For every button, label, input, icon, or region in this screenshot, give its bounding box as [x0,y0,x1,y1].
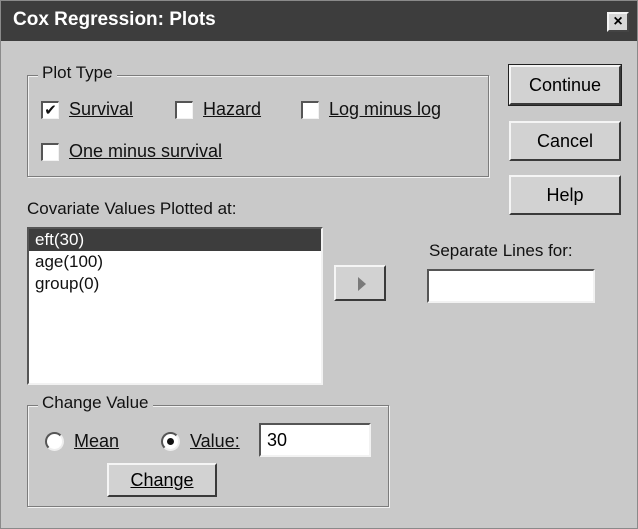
list-item[interactable]: age(100) [29,251,321,273]
change-value-label: Change Value [38,393,153,413]
close-button[interactable]: × [607,12,629,32]
mean-radio[interactable]: Mean [45,431,119,452]
continue-button[interactable]: Continue [508,64,622,106]
title-bar[interactable]: Cox Regression: Plots × [1,1,637,41]
move-to-separate-lines-button[interactable] [334,265,386,301]
covariate-values-list[interactable]: eft(30) age(100) group(0) [27,227,323,385]
one-minus-survival-checkbox-box[interactable] [41,142,59,161]
change-button[interactable]: Change [107,463,217,497]
help-button[interactable]: Help [509,175,621,215]
log-minus-log-label: Log minus log [329,99,442,119]
log-minus-log-checkbox[interactable]: Log minus log [301,99,441,120]
hazard-checkbox[interactable]: Hazard [175,99,261,120]
value-input[interactable] [259,423,371,457]
mean-label: Mean [74,431,120,451]
right-arrow-icon [358,277,366,291]
dialog-window: Cox Regression: Plots × Plot Type ✔ Surv… [0,0,638,529]
mean-radio-button[interactable] [45,432,64,451]
hazard-label: Hazard [203,99,262,119]
radio-selected-dot [167,438,174,445]
list-item[interactable]: eft(30) [29,229,321,251]
separate-lines-label: Separate Lines for: [429,241,573,260]
covariate-values-label: Covariate Values Plotted at: [27,199,237,218]
one-minus-survival-label: One minus survival [69,141,223,161]
one-minus-survival-checkbox[interactable]: One minus survival [41,141,222,162]
value-radio[interactable]: Value: [161,431,240,452]
survival-checkbox[interactable]: ✔ Survival [41,99,133,120]
log-minus-log-checkbox-box[interactable] [301,100,319,119]
value-label: Value: [190,431,240,451]
window-title: Cox Regression: Plots [13,9,216,30]
survival-checkbox-box[interactable]: ✔ [41,100,59,119]
separate-lines-field[interactable] [427,269,595,303]
hazard-checkbox-box[interactable] [175,100,193,119]
survival-label: Survival [69,99,134,119]
cancel-button[interactable]: Cancel [509,121,621,161]
list-item[interactable]: group(0) [29,273,321,295]
close-icon: × [613,13,623,30]
change-button-label: Change [130,469,194,490]
plot-type-label: Plot Type [38,63,117,83]
value-radio-button[interactable] [161,432,180,451]
